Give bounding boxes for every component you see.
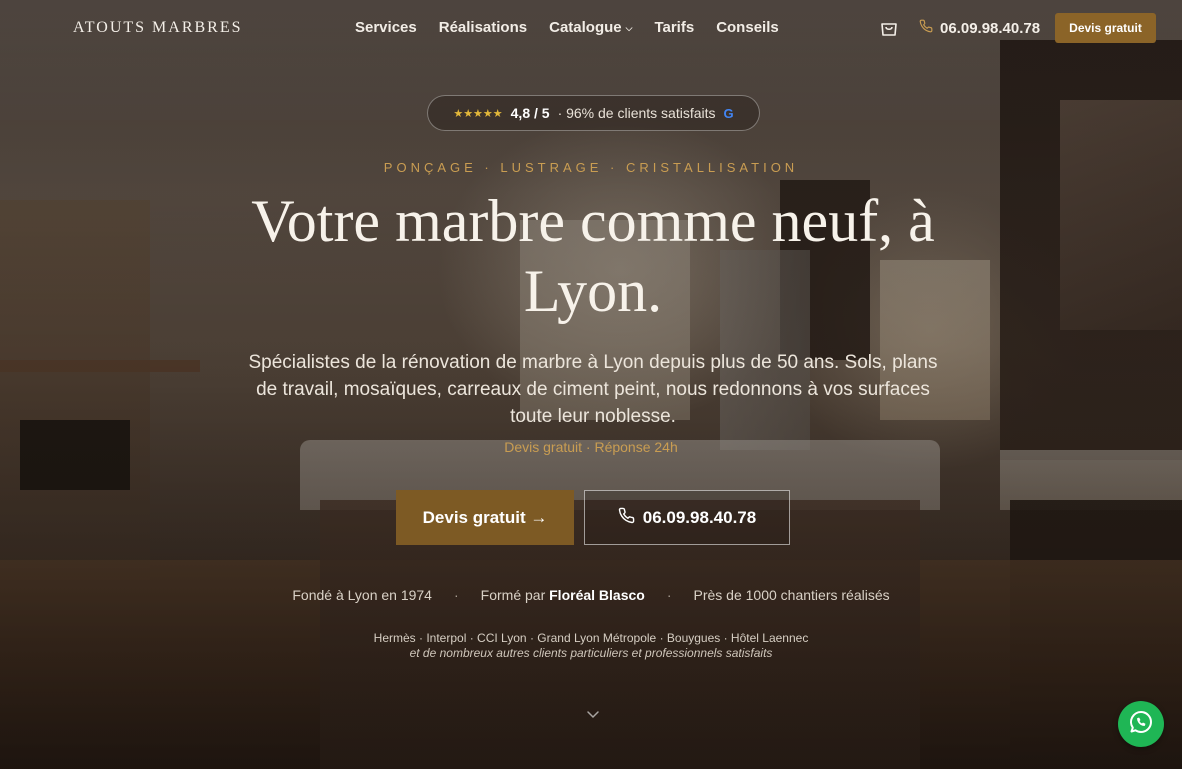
nav-item-services[interactable]: Services (355, 19, 417, 36)
client-list: Hermès · Interpol · CCI Lyon · Grand Lyo… (373, 631, 809, 645)
nav-item-tarifs[interactable]: Tarifs (654, 19, 694, 36)
google-icon: G (723, 105, 734, 121)
shopping-bag-icon[interactable] (878, 17, 900, 39)
site-header: ATOUTS MARBRES Services Réalisations Cat… (0, 0, 1182, 56)
whatsapp-icon (1128, 709, 1154, 740)
main-nav: Services Réalisations Catalogue ⌵ Tarifs … (355, 19, 801, 36)
nav-item-catalogue[interactable]: Catalogue ⌵ (549, 19, 632, 36)
hero-eyebrow: PONÇAGE · LUSTRAGE · CRISTALLISATION (383, 160, 799, 175)
hero-subnote: Devis gratuit · Réponse 24h (504, 439, 678, 455)
header-phone-number: 06.09.98.40.78 (940, 19, 1041, 37)
fact-separator: · (453, 587, 459, 603)
fact-trained: Formé par Floréal Blasco (480, 587, 645, 603)
client-list-note: et de nombreux autres clients particulie… (409, 646, 773, 660)
chevron-down-icon: ⌵ (625, 23, 633, 33)
rating-badge[interactable]: ★★★★★ 4,8 / 5 · 96% de clients satisfait… (427, 95, 760, 131)
hero-subtitle: Spécialistes de la rénovation de marbre … (248, 352, 938, 427)
rating-text: · 96% de clients satisfaits (557, 105, 716, 121)
fact-trained-name: Floréal Blasco (549, 587, 645, 603)
nav-item-realisations[interactable]: Réalisations (439, 19, 527, 36)
call-button-label: 06.09.98.40.78 (642, 507, 757, 527)
trust-facts: Fondé à Lyon en 1974 · Formé par Floréal… (0, 587, 1182, 603)
rating-score: 4,8 / 5 (510, 105, 550, 121)
whatsapp-button[interactable] (1118, 701, 1164, 747)
quote-button[interactable]: Devis gratuit → (396, 490, 574, 545)
nav-item-conseils[interactable]: Conseils (716, 19, 779, 36)
star-rating-icon: ★★★★★ (453, 107, 503, 120)
fact-founded: Fondé à Lyon en 1974 (292, 587, 432, 603)
header-phone-link[interactable]: 06.09.98.40.78 (919, 19, 1040, 37)
header-quote-button[interactable]: Devis gratuit (1055, 13, 1156, 43)
phone-icon (618, 507, 635, 529)
fact-sites: Près de 1000 chantiers réalisés (693, 587, 890, 603)
hero-headline: Votre marbre comme neuf, à Lyon. (251, 188, 935, 324)
scroll-down-icon[interactable] (585, 706, 601, 722)
fact-separator: · (666, 587, 672, 603)
call-button[interactable]: 06.09.98.40.78 (584, 490, 790, 545)
site-logo[interactable]: ATOUTS MARBRES (73, 19, 243, 37)
phone-icon (919, 19, 933, 37)
